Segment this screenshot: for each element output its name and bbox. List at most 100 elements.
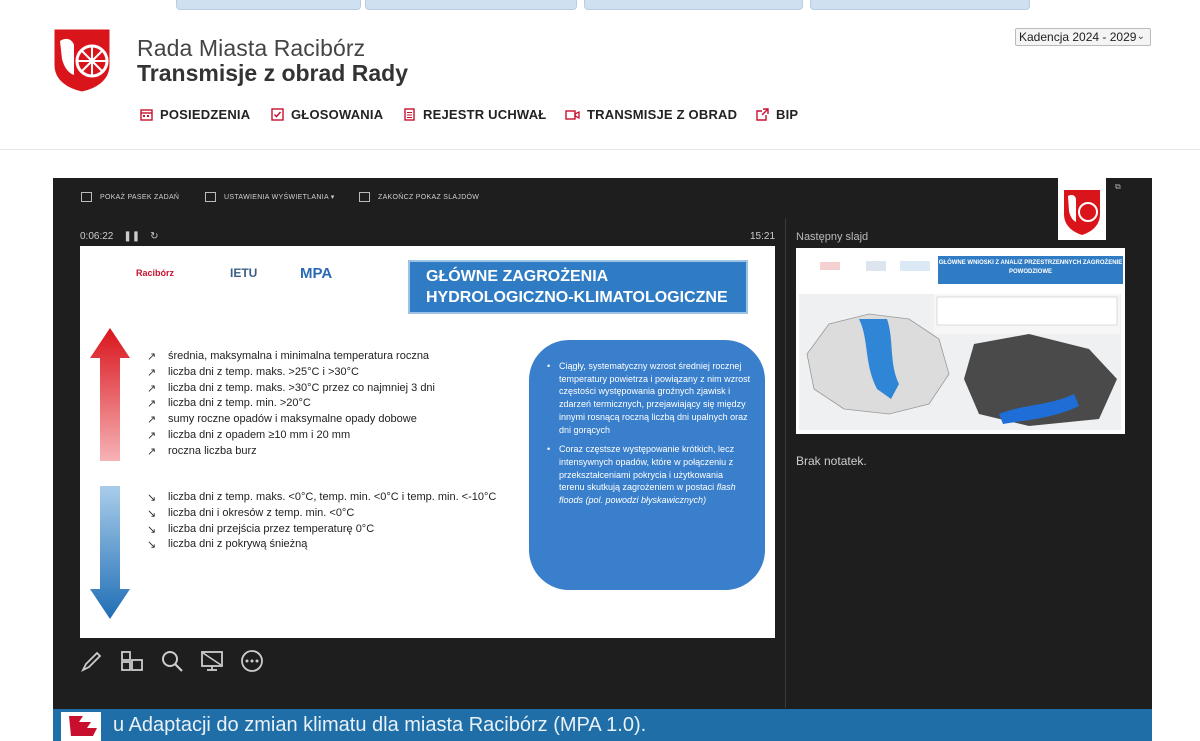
list-item-text: liczba dni z temp. maks. <0°C, temp. min…	[168, 491, 497, 503]
key-findings-bubble: Ciągły, systematyczny wzrost średniej ro…	[529, 340, 765, 590]
decrease-list: ↘ liczba dni z temp. maks. <0°C, temp. mi…	[147, 491, 496, 554]
next-slide-label: Następny slajd	[796, 231, 869, 243]
city-crest-logo[interactable]	[52, 27, 112, 93]
list-item: ↗ średnia, maksymalna i minimalna tempera…	[147, 350, 435, 366]
thumb-logo-mpa	[900, 261, 930, 271]
list-item: ↘ liczba dni i okresów z temp. min. <0°C	[147, 507, 496, 523]
slide-title-line1: GŁÓWNE ZAGROŻENIA	[426, 268, 609, 285]
map-illustration	[806, 294, 1120, 426]
list-item: ↗ liczba dni z opadem ≥10 mm i 20 mm	[147, 429, 435, 445]
taskbar-icon	[81, 192, 92, 202]
chevron-down-icon: ⌄	[1136, 31, 1145, 42]
caption-text: u Adaptacji do zmian klimatu dla miasta …	[113, 714, 647, 736]
list-item-text: liczba dni przejścia przez temperaturę 0…	[168, 522, 375, 535]
list-item-text: liczba dni z temp. min. >20°C	[168, 397, 311, 410]
up-right-arrow-icon: ↗	[147, 429, 157, 442]
caption-logo-icon	[69, 716, 97, 736]
more-options-icon[interactable]	[240, 649, 264, 673]
down-right-arrow-icon: ↘	[147, 507, 157, 520]
list-item: ↘ liczba dni przejścia przez temperaturę …	[147, 523, 496, 539]
list-item-text: roczna liczba burz	[168, 444, 257, 457]
nav-label: POSIEDZENIA	[160, 107, 251, 122]
decrease-arrow-icon	[90, 486, 130, 619]
list-item: ↗ sumy roczne opadów i maksymalne opady d…	[147, 413, 435, 429]
up-right-arrow-icon: ↗	[147, 382, 157, 395]
up-right-arrow-icon: ↗	[147, 445, 157, 458]
nav-rejestr-uchwal[interactable]: REJESTR UCHWAŁ	[403, 107, 546, 122]
video-camera-icon	[565, 110, 580, 120]
display-settings-button[interactable]: USTAWIENIA WYŚWIETLANIA ▾	[205, 192, 335, 202]
list-item: ↘ liczba dni z pokrywą śnieżną	[147, 538, 496, 554]
nav-transmisje[interactable]: TRANSMISJE Z OBRAD	[565, 107, 737, 122]
down-right-arrow-icon: ↘	[147, 492, 157, 504]
nav-posiedzenia[interactable]: POSIEDZENIA	[140, 107, 250, 122]
slides-grid-icon[interactable]	[120, 649, 144, 673]
bullet-flash-floods: Coraz częstsze występowanie krótkich, le…	[547, 443, 751, 507]
nav-bip[interactable]: BIP	[756, 107, 798, 122]
external-link-icon	[756, 108, 769, 121]
corner-crest-logo	[1058, 178, 1106, 240]
current-slide: Racibórz IETU MPA GŁÓWNE ZAGROŻENIA HYDR…	[80, 246, 775, 638]
list-item-text: sumy roczne opadów i maksymalne opady do…	[168, 413, 417, 426]
top-tab-4[interactable]	[810, 0, 1030, 10]
nav-label: GŁOSOWANIA	[291, 107, 384, 122]
list-item: ↗ liczba dni z temp. maks. >25°C i >30°C	[147, 366, 435, 382]
term-select-value: Kadencja 2024 - 2029	[1019, 30, 1137, 44]
pane-divider	[785, 218, 786, 708]
window-controls-icon[interactable]: ⧉	[1115, 182, 1121, 192]
slide-title-line2: HYDROLOGICZNO-KLIMATOLOGICZNE	[426, 289, 728, 306]
thumb-logo-ietu	[866, 261, 886, 271]
list-item-text: liczba dni z opadem ≥10 mm i 20 mm	[168, 428, 351, 441]
presenter-toolbar: POKAŻ PASEK ZADAŃ USTAWIENIA WYŚWIETLANI…	[53, 178, 1152, 216]
display-icon	[205, 192, 216, 202]
pause-icon[interactable]: ❚❚	[123, 231, 140, 242]
flood-map-thumbnail	[799, 294, 1121, 430]
increase-list: ↗ średnia, maksymalna i minimalna tempera…	[147, 350, 435, 461]
logo-raciborz: Racibórz	[136, 268, 175, 278]
document-icon	[404, 108, 415, 121]
header-divider	[0, 149, 1200, 150]
end-slideshow-button[interactable]: ZAKOŃCZ POKAZ SLAJDÓW	[359, 192, 479, 202]
site-subtitle: Transmisje z obrad Rady	[137, 60, 408, 86]
nav-label: TRANSMISJE Z OBRAD	[587, 107, 738, 122]
nav-label: REJESTR UCHWAŁ	[423, 107, 547, 122]
up-right-arrow-icon: ↗	[147, 414, 157, 427]
slide-title: GŁÓWNE ZAGROŻENIA HYDROLOGICZNO-KLIMATOL…	[408, 260, 748, 314]
down-right-arrow-icon: ↘	[147, 523, 157, 536]
video-player[interactable]: POKAŻ PASEK ZADAŃ USTAWIENIA WYŚWIETLANI…	[53, 178, 1152, 741]
logo-mpa: MPA	[300, 265, 333, 282]
logo-ietu: IETU	[230, 266, 258, 280]
list-item-text: liczba dni z temp. maks. >30°C przez co …	[168, 381, 435, 394]
reset-icon[interactable]: ↻	[150, 231, 158, 242]
list-item: ↘ liczba dni z temp. maks. <0°C, temp. mi…	[147, 491, 496, 507]
term-select[interactable]: Kadencja 2024 - 2029 ⌄	[1015, 28, 1151, 46]
list-item-text: liczba dni z pokrywą śnieżną	[168, 538, 308, 551]
black-screen-icon[interactable]	[200, 649, 224, 673]
nav-label: BIP	[776, 107, 799, 122]
nav-glosowania[interactable]: GŁOSOWANIA	[271, 107, 383, 122]
pen-icon[interactable]	[80, 649, 104, 673]
presenter-notes: Brak notatek.	[796, 454, 867, 468]
show-taskbar-button[interactable]: POKAŻ PASEK ZADAŃ	[81, 192, 179, 202]
increase-arrow-icon	[90, 328, 130, 461]
top-tab-2[interactable]	[365, 0, 577, 10]
top-tab-3[interactable]	[584, 0, 803, 10]
elapsed-time: 0:06:22	[80, 231, 114, 242]
zoom-icon[interactable]	[160, 649, 184, 673]
bullet-temperature: Ciągły, systematyczny wzrost średniej ro…	[547, 360, 751, 436]
end-show-icon	[359, 192, 370, 202]
presenter-timer: 0:06:22 ❚❚ ↻	[80, 231, 159, 242]
top-tab-1[interactable]	[176, 0, 361, 10]
list-item: ↗ liczba dni z temp. min. >20°C	[147, 397, 435, 413]
up-right-arrow-icon: ↗	[147, 366, 157, 379]
list-item-text: średnia, maksymalna i minimalna temperat…	[168, 350, 430, 362]
crest-icon	[1064, 190, 1100, 235]
show-taskbar-label: POKAŻ PASEK ZADAŃ	[100, 193, 180, 201]
list-item: ↗ liczba dni z temp. maks. >30°C przez co…	[147, 382, 435, 398]
caption-logo	[61, 712, 101, 741]
next-slide-thumbnail[interactable]: GŁÓWNE WNIOSKI Z ANALIZ PRZESTRZENNYCH Z…	[796, 248, 1125, 434]
presenter-tools	[80, 649, 264, 673]
bullet-flash-floods-text: Coraz częstsze występowanie krótkich, le…	[559, 444, 735, 493]
calendar-icon	[140, 109, 153, 121]
list-item-text: liczba dni z temp. maks. >25°C i >30°C	[168, 365, 359, 378]
